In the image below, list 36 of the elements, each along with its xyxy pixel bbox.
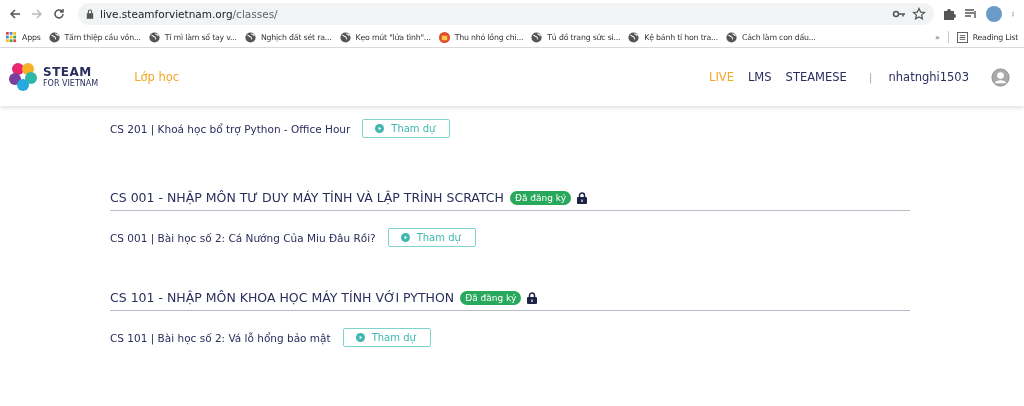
play-icon (355, 333, 365, 342)
registered-badge: Đã đăng ký (509, 190, 571, 205)
globe-icon (339, 31, 351, 43)
profile-avatar[interactable] (986, 5, 1002, 22)
globe-icon (725, 31, 737, 43)
list-icon (956, 31, 968, 43)
course-title: CS 001 - NHẬP MÔN TƯ DUY MÁY TÍNH VÀ LẬP TRÌNH SCRATCH (110, 190, 504, 205)
globe-icon (531, 31, 543, 43)
back-icon[interactable] (8, 6, 22, 21)
globe-icon (148, 31, 160, 43)
nav-link[interactable]: STEAMESE (785, 70, 847, 84)
user-icon[interactable] (991, 67, 1010, 87)
puzzle-icon[interactable] (942, 6, 956, 21)
nav-link[interactable]: LMS (747, 70, 772, 84)
globe-icon (244, 31, 256, 43)
address-bar[interactable]: live.steamforvietnam.org/classes/ (78, 2, 934, 25)
lock-icon (86, 8, 94, 19)
lesson-title: CS 201 | Khoá học bổ trợ Python - Office Hour (110, 122, 351, 135)
globe-icon (628, 31, 640, 43)
globe-icon (48, 31, 60, 43)
registered-badge: Đã đăng ký (460, 290, 522, 305)
site-icon (438, 31, 450, 43)
course-title: CS 101 - NHẬP MÔN KHOA HỌC MÁY TÍNH VỚI PYTHON (110, 290, 455, 305)
logo-icon (8, 62, 38, 92)
lesson-title: CS 101 | Bài học số 2: Vá lỗ hổng bảo mật (110, 331, 331, 344)
play-icon (400, 233, 410, 242)
star-icon[interactable] (912, 6, 926, 21)
separator: | (868, 70, 873, 84)
logo-subtitle: FOR VIETNAM (43, 79, 99, 88)
username[interactable]: nhatnghi1503 (888, 70, 969, 84)
lesson-title: CS 001 | Bài học số 2: Cá Nướng Của Miu Đâu Rồi? (110, 231, 376, 244)
play-icon (375, 124, 385, 133)
playlist-icon[interactable] (964, 6, 978, 21)
logo-title: STEAM (43, 66, 93, 79)
reload-icon[interactable] (52, 6, 66, 21)
apps-grid-icon (6, 31, 17, 43)
